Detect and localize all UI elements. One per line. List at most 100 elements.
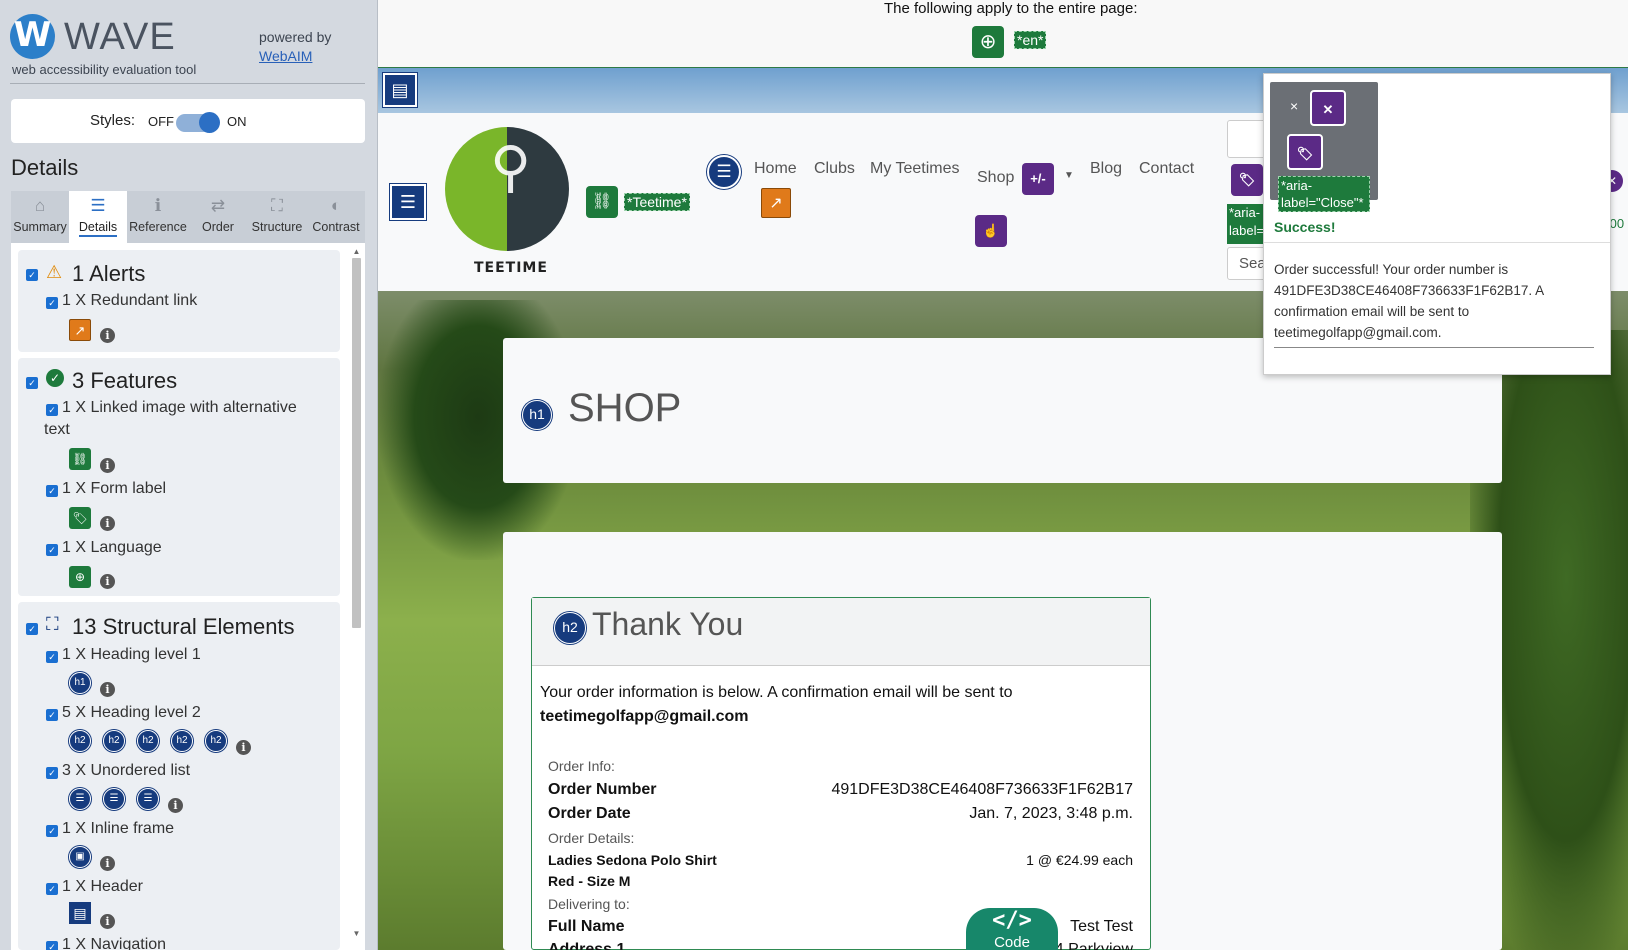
golfer-icon: ⚲ xyxy=(490,135,532,198)
structure-item-checkbox[interactable]: ✓ xyxy=(46,767,58,779)
nav-blog[interactable]: Blog xyxy=(1090,160,1122,178)
unordered-list-icon[interactable]: ☰ xyxy=(103,788,125,810)
nav-shop[interactable]: Shop xyxy=(977,169,1014,187)
info-icon[interactable]: i xyxy=(100,328,115,343)
styles-label: Styles: xyxy=(90,112,136,129)
order-details-label: Order Details: xyxy=(548,830,635,846)
structure-item-checkbox[interactable]: ✓ xyxy=(46,941,58,950)
features-group xyxy=(18,358,340,596)
order-info-label: Order Info: xyxy=(548,758,615,774)
h2-icon[interactable]: h2 xyxy=(103,730,125,752)
linked-image-icon[interactable]: ⛓ xyxy=(586,186,618,218)
tab-structure[interactable]: ⛶ Structure xyxy=(247,191,307,243)
h2-icon[interactable]: h2 xyxy=(205,730,227,752)
contrast-icon: ◐ xyxy=(330,196,342,215)
scrollbar-thumb[interactable] xyxy=(352,258,361,628)
structure-item-checkbox[interactable]: ✓ xyxy=(46,883,58,895)
toast-close-button[interactable]: × xyxy=(1290,98,1298,114)
tab-contrast[interactable]: ◐ Contrast xyxy=(307,191,365,243)
chevron-down-icon[interactable]: ▼ xyxy=(1064,170,1074,181)
features-title: 3 Features xyxy=(72,368,178,393)
language-globe-icon[interactable]: ⊕ xyxy=(69,566,91,588)
header-icon[interactable]: ▤ xyxy=(69,902,91,924)
info-icon[interactable]: i xyxy=(100,574,115,589)
address-label: Address 1 xyxy=(548,941,626,950)
code-toggle-button[interactable]: </> Code xyxy=(966,908,1058,950)
feature-item-checkbox[interactable]: ✓ xyxy=(46,485,58,497)
webaim-link[interactable]: WebAIM xyxy=(259,48,312,64)
info-icon[interactable]: i xyxy=(168,798,183,813)
h2-icon[interactable]: h2 xyxy=(554,612,586,644)
structure-item-checkbox[interactable]: ✓ xyxy=(46,825,58,837)
features-checkbox[interactable]: ✓ xyxy=(26,377,38,389)
tab-reference[interactable]: ℹ Reference xyxy=(127,191,189,243)
info-icon: ℹ xyxy=(154,196,162,215)
close-icon[interactable]: ✕ xyxy=(1310,90,1346,126)
feature-item-label: 1 X Linked image with alternative text xyxy=(44,399,297,438)
redundant-link-icon[interactable]: ↗ xyxy=(761,188,791,218)
order-date-value: Jan. 7, 2023, 3:48 p.m. xyxy=(969,805,1133,822)
nav-clubs[interactable]: Clubs xyxy=(814,160,855,178)
touch-target-icon[interactable]: ☝ xyxy=(975,215,1007,247)
tab-summary[interactable]: ⌂ Summary xyxy=(11,191,69,243)
navigation-icon[interactable]: ☰ xyxy=(390,184,426,220)
structure-item-label: 1 X Heading level 1 xyxy=(62,646,201,663)
info-icon[interactable]: i xyxy=(100,856,115,871)
h2-icon[interactable]: h2 xyxy=(171,730,193,752)
info-icon[interactable]: i xyxy=(100,914,115,929)
order-date-label: Order Date xyxy=(548,805,631,822)
structure-title: 13 Structural Elements xyxy=(72,614,295,639)
unordered-list-icon[interactable]: ☰ xyxy=(69,788,91,810)
h2-icon[interactable]: h2 xyxy=(137,730,159,752)
aria-close-label: *aria-label="Close"* xyxy=(1278,176,1370,212)
alert-item-checkbox[interactable]: ✓ xyxy=(46,297,58,309)
header-icon[interactable]: ▤ xyxy=(383,73,417,107)
info-icon[interactable]: i xyxy=(100,682,115,697)
page-title: SHOP xyxy=(568,386,682,430)
form-label-tag-icon[interactable]: 🏷 xyxy=(1231,164,1263,196)
order-email: teetimegolfapp@gmail.com xyxy=(540,708,749,725)
info-icon[interactable]: i xyxy=(100,458,115,473)
tab-label: Contrast xyxy=(312,220,360,234)
nav-home[interactable]: Home xyxy=(754,160,797,178)
structure-item-checkbox[interactable]: ✓ xyxy=(46,651,58,663)
inline-frame-icon[interactable]: ▣ xyxy=(69,846,91,868)
form-label-tag-icon[interactable]: 🏷 xyxy=(69,507,91,529)
structure-checkbox[interactable]: ✓ xyxy=(26,623,38,635)
home-icon: ⌂ xyxy=(34,196,46,215)
nav-contact[interactable]: Contact xyxy=(1139,160,1194,178)
scroll-up-arrow-icon[interactable]: ▲ xyxy=(352,247,361,256)
unordered-list-icon[interactable]: ☰ xyxy=(707,155,741,189)
styles-toggle-knob[interactable] xyxy=(199,112,220,133)
scroll-down-arrow-icon[interactable]: ▼ xyxy=(352,929,361,938)
redundant-link-icon[interactable]: ↗ xyxy=(69,319,91,341)
nav-my-teetimes[interactable]: My Teetimes xyxy=(870,160,960,178)
banner-text: The following apply to the entire page: xyxy=(884,0,1138,17)
info-icon[interactable]: i xyxy=(236,740,251,755)
alerts-checkbox[interactable]: ✓ xyxy=(26,269,38,281)
h1-icon[interactable]: h1 xyxy=(522,400,552,430)
h2-icon[interactable]: h2 xyxy=(69,730,91,752)
tab-details[interactable]: ☰ Details xyxy=(69,191,127,243)
info-icon[interactable]: i xyxy=(100,516,115,531)
order-number-label: Order Number xyxy=(548,781,657,798)
tab-order[interactable]: ⇄ Order xyxy=(189,191,247,243)
order-intro: Your order information is below. A confi… xyxy=(540,684,1013,701)
thank-you-heading: Thank You xyxy=(592,606,744,642)
alerts-title: 1 Alerts xyxy=(72,261,146,286)
plus-minus-icon[interactable]: +/- xyxy=(1022,163,1054,195)
form-label-tag-icon[interactable]: 🏷 xyxy=(1287,134,1323,170)
linked-image-icon[interactable]: ⛓ xyxy=(69,448,91,470)
code-icon: </> xyxy=(992,908,1032,933)
wave-logo-icon: W xyxy=(10,14,55,59)
styles-off-label: OFF xyxy=(148,114,174,129)
structure-item-label: 1 X Header xyxy=(62,878,143,895)
h1-icon[interactable]: h1 xyxy=(69,672,91,694)
wave-subtitle: web accessibility evaluation tool xyxy=(12,62,197,77)
structure-icon: ⛶ xyxy=(271,196,283,215)
unordered-list-icon[interactable]: ☰ xyxy=(137,788,159,810)
structure-item-checkbox[interactable]: ✓ xyxy=(46,709,58,721)
feature-item-checkbox[interactable]: ✓ xyxy=(46,544,58,556)
language-globe-icon[interactable]: ⊕ xyxy=(972,26,1004,58)
lang-label: *en* xyxy=(1014,31,1047,49)
